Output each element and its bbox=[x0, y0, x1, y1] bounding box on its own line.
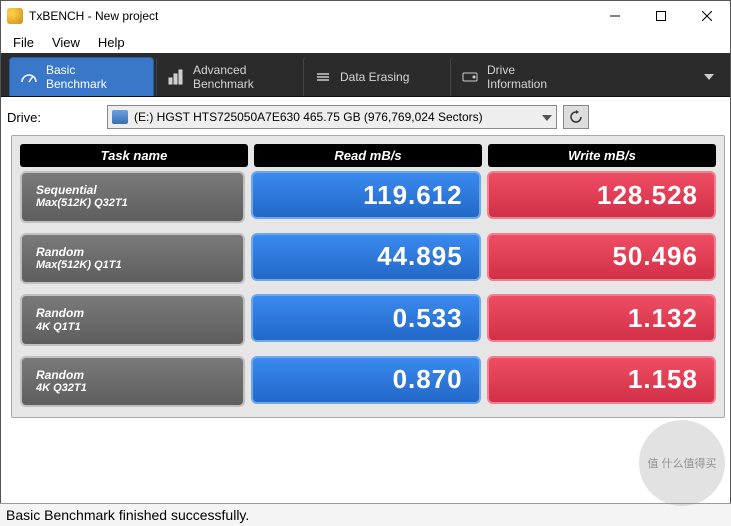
drive-selected-text: (E:) HGST HTS725050A7E630 465.75 GB (976… bbox=[134, 110, 483, 124]
menu-view[interactable]: View bbox=[44, 33, 88, 52]
task-name: Sequential bbox=[36, 183, 229, 197]
read-value: 0.533 bbox=[251, 294, 480, 342]
read-value: 44.895 bbox=[251, 233, 480, 281]
main-area: Drive: (E:) HGST HTS725050A7E630 465.75 … bbox=[1, 97, 730, 490]
titlebar: TxBENCH - New project bbox=[1, 1, 730, 31]
tab-label: Advanced bbox=[193, 63, 246, 77]
task-spec: 4K Q32T1 bbox=[36, 382, 229, 395]
result-row: Random 4K Q32T1 0.870 1.158 bbox=[20, 356, 716, 408]
read-value: 0.870 bbox=[251, 356, 480, 404]
tab-label: Benchmark bbox=[46, 77, 107, 91]
task-spec: Max(512K) Q32T1 bbox=[36, 197, 229, 210]
task-label-button[interactable]: Sequential Max(512K) Q32T1 bbox=[20, 171, 245, 223]
write-value: 1.132 bbox=[487, 294, 716, 342]
write-value: 1.158 bbox=[487, 356, 716, 404]
tab-overflow-dropdown[interactable] bbox=[696, 57, 722, 96]
reload-icon bbox=[569, 110, 583, 124]
tab-data-erasing[interactable]: Data Erasing bbox=[303, 57, 448, 96]
tab-label: Benchmark bbox=[193, 77, 254, 91]
tab-label: Data Erasing bbox=[340, 70, 409, 84]
task-label-button[interactable]: Random 4K Q32T1 bbox=[20, 356, 245, 408]
drive-select[interactable]: (E:) HGST HTS725050A7E630 465.75 GB (976… bbox=[107, 105, 557, 129]
maximize-button[interactable] bbox=[638, 1, 684, 31]
result-row: Random 4K Q1T1 0.533 1.132 bbox=[20, 294, 716, 346]
reload-drives-button[interactable] bbox=[563, 105, 589, 129]
window-title: TxBENCH - New project bbox=[29, 9, 158, 23]
tab-drive-information[interactable]: DriveInformation bbox=[450, 57, 595, 96]
task-spec: Max(512K) Q1T1 bbox=[36, 259, 229, 272]
header-read: Read mB/s bbox=[254, 144, 482, 167]
write-value: 128.528 bbox=[487, 171, 716, 219]
result-row: Sequential Max(512K) Q32T1 119.612 128.5… bbox=[20, 171, 716, 223]
tab-label: Basic bbox=[46, 63, 75, 77]
task-name: Random bbox=[36, 245, 229, 259]
minimize-button[interactable] bbox=[592, 1, 638, 31]
tabbar: BasicBenchmark AdvancedBenchmark Data Er… bbox=[1, 53, 730, 97]
menu-help[interactable]: Help bbox=[90, 33, 133, 52]
hdd-icon bbox=[112, 110, 128, 124]
gauge-icon bbox=[20, 68, 38, 86]
task-spec: 4K Q1T1 bbox=[36, 321, 229, 334]
drive-icon bbox=[461, 68, 479, 86]
tab-advanced-benchmark[interactable]: AdvancedBenchmark bbox=[156, 57, 301, 96]
write-value: 50.496 bbox=[487, 233, 716, 281]
menubar: File View Help bbox=[1, 31, 730, 53]
task-name: Random bbox=[36, 306, 229, 320]
task-name: Random bbox=[36, 368, 229, 382]
task-label-button[interactable]: Random Max(512K) Q1T1 bbox=[20, 233, 245, 285]
status-bar: Basic Benchmark finished successfully. bbox=[0, 503, 731, 526]
task-label-button[interactable]: Random 4K Q1T1 bbox=[20, 294, 245, 346]
tab-label: Information bbox=[487, 77, 547, 91]
result-row: Random Max(512K) Q1T1 44.895 50.496 bbox=[20, 233, 716, 285]
menu-file[interactable]: File bbox=[5, 33, 42, 52]
tab-label: Drive bbox=[487, 63, 515, 77]
app-icon bbox=[7, 8, 23, 24]
tab-basic-benchmark[interactable]: BasicBenchmark bbox=[9, 57, 154, 96]
bars-icon bbox=[167, 68, 185, 86]
chevron-down-icon bbox=[542, 110, 552, 124]
status-text: Basic Benchmark finished successfully. bbox=[6, 507, 249, 523]
close-button[interactable] bbox=[684, 1, 730, 31]
erase-icon bbox=[314, 68, 332, 86]
header-write: Write mB/s bbox=[488, 144, 716, 167]
drive-label: Drive: bbox=[7, 110, 101, 125]
read-value: 119.612 bbox=[251, 171, 480, 219]
header-task: Task name bbox=[20, 144, 248, 167]
